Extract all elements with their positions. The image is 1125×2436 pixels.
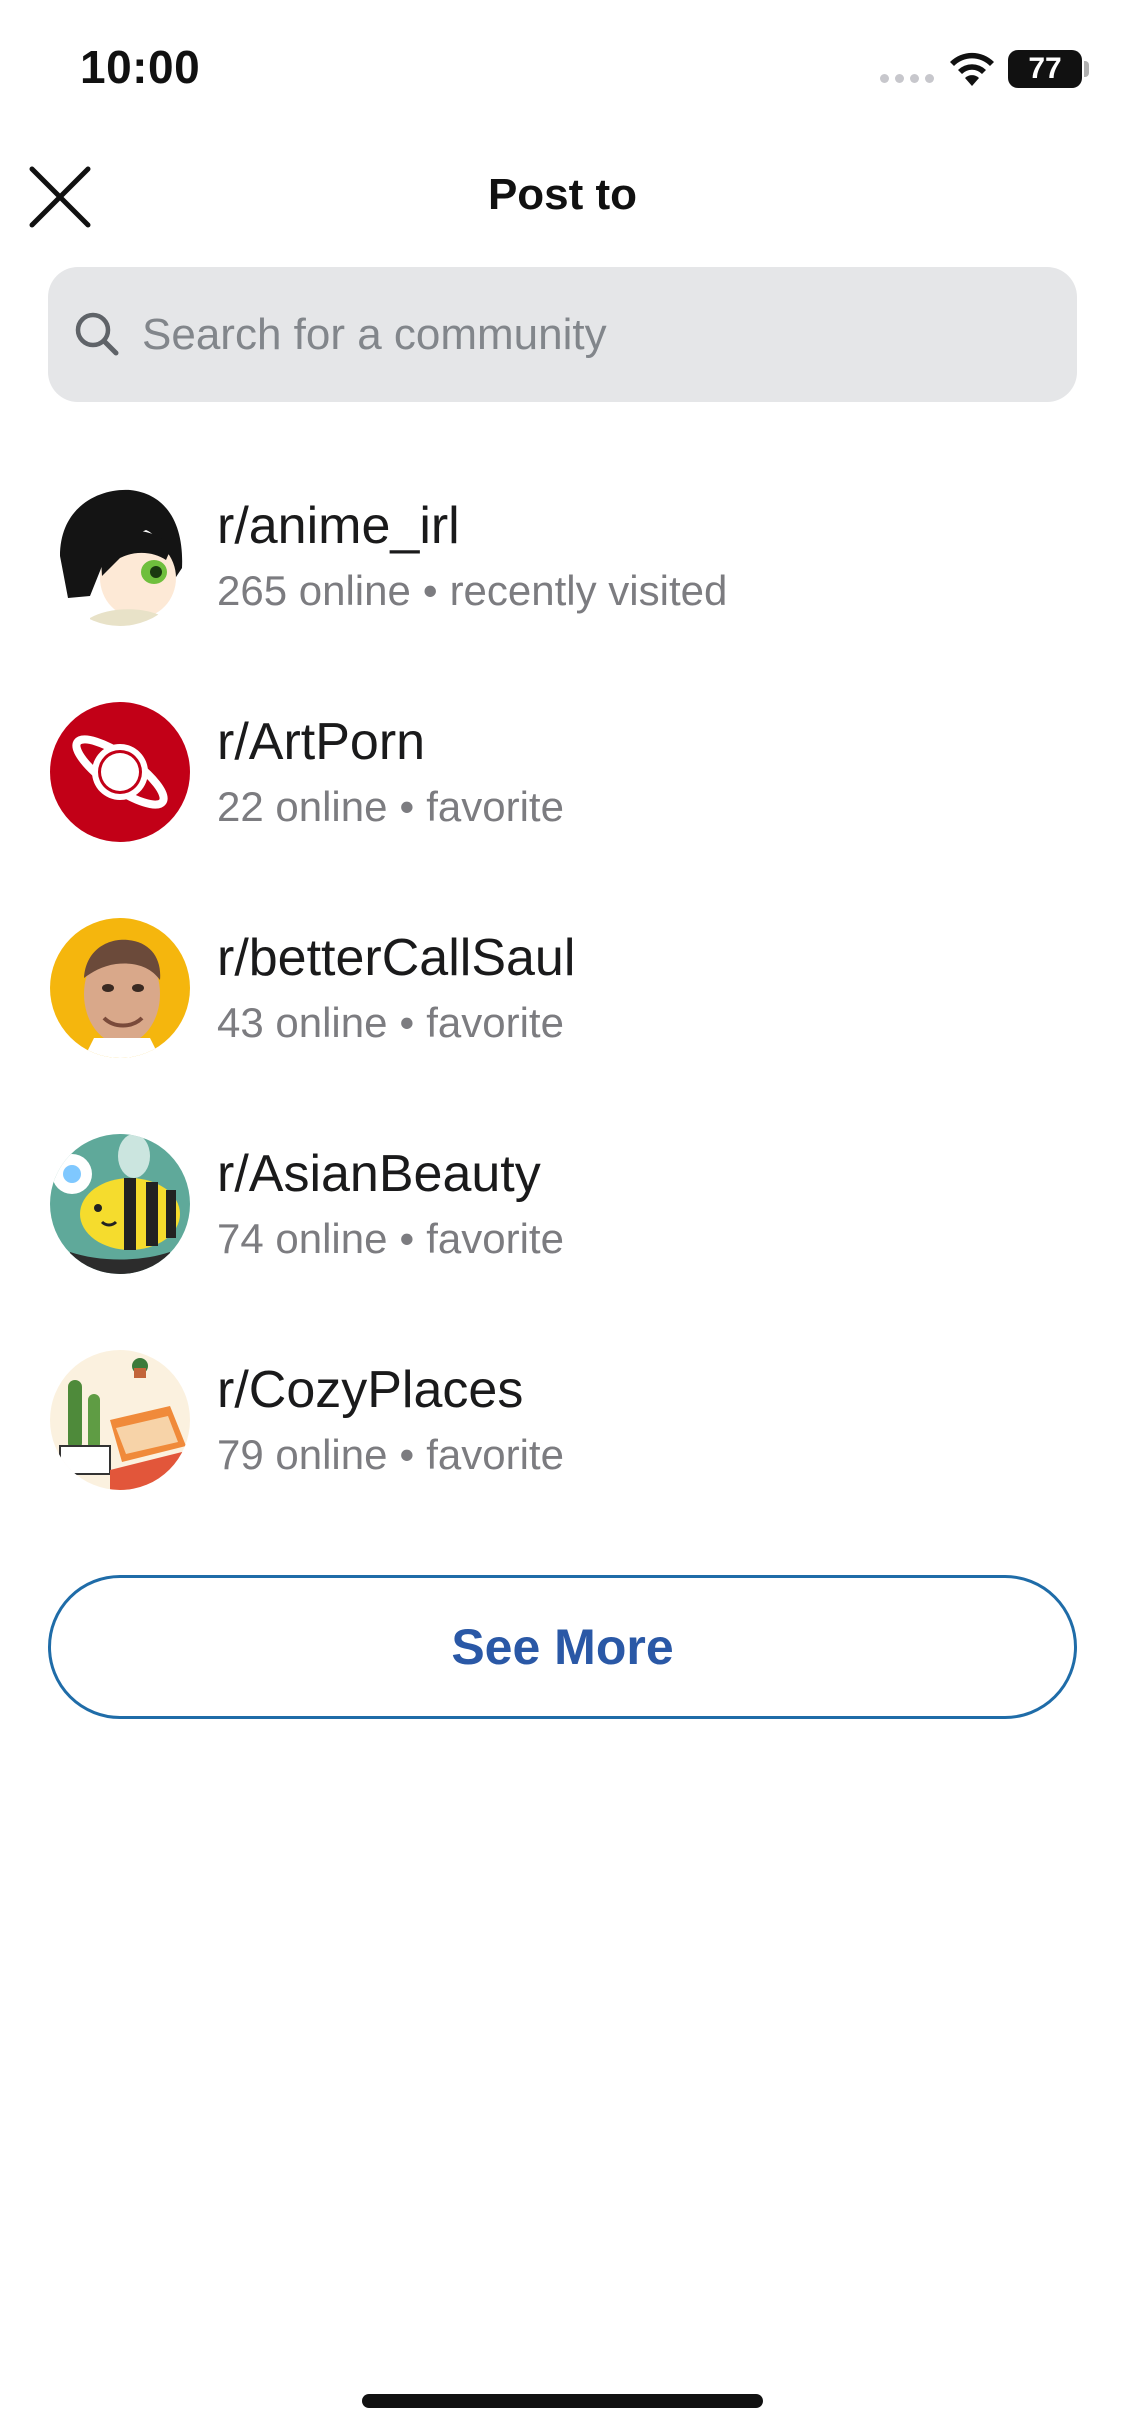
community-meta: 265 online • recently visited <box>217 567 727 615</box>
community-meta: 74 online • favorite <box>217 1215 564 1263</box>
search-input[interactable] <box>142 309 1042 360</box>
community-name: r/anime_irl <box>217 497 460 555</box>
community-tag: favorite <box>426 1215 564 1262</box>
separator-dot: • <box>399 1215 415 1262</box>
community-list: r/anime_irl 265 online • recently visited … <box>0 470 1125 1550</box>
community-row-cozyplaces[interactable]: r/CozyPlaces 79 online • favorite <box>0 1334 1125 1550</box>
community-meta: 22 online • favorite <box>217 783 564 831</box>
online-count: 74 online <box>217 1215 388 1262</box>
community-name: r/betterCallSaul <box>217 929 576 987</box>
community-name: r/CozyPlaces <box>217 1361 524 1419</box>
community-name: r/AsianBeauty <box>217 1145 541 1203</box>
search-bar[interactable] <box>48 267 1077 402</box>
online-count: 265 online <box>217 567 411 614</box>
online-count: 43 online <box>217 999 388 1046</box>
search-icon <box>75 312 119 355</box>
separator-dot: • <box>399 783 415 830</box>
community-tag: favorite <box>426 999 564 1046</box>
saul-face-avatar <box>50 918 190 1058</box>
planet-avatar <box>50 702 190 842</box>
community-row-anime-irl[interactable]: r/anime_irl 265 online • recently visited <box>0 470 1125 686</box>
community-meta: 43 online • favorite <box>217 999 564 1047</box>
post-to-screen: 10:00 77 Post to Search for a community … <box>0 0 1125 2436</box>
community-meta: 79 online • favorite <box>217 1431 564 1479</box>
online-count: 79 online <box>217 1431 388 1478</box>
home-indicator[interactable] <box>362 2394 763 2408</box>
separator-dot: • <box>422 567 438 614</box>
community-row-asianbeauty[interactable]: r/AsianBeauty 74 online • favorite <box>0 1118 1125 1334</box>
anime-girl-avatar <box>50 486 190 626</box>
cozy-room-avatar <box>50 1350 190 1490</box>
page-title: Post to <box>487 170 638 219</box>
community-tag: recently visited <box>449 567 728 614</box>
battery-icon: 77 <box>1008 50 1082 88</box>
community-tag: favorite <box>426 1431 564 1478</box>
status-bar: 10:00 77 <box>0 0 1125 140</box>
see-more-button[interactable]: See More <box>48 1575 1077 1719</box>
cellular-signal-icon <box>880 74 934 83</box>
community-name: r/ArtPorn <box>217 713 426 771</box>
separator-dot: • <box>399 999 415 1046</box>
wifi-icon <box>950 52 994 86</box>
bee-avatar <box>50 1134 190 1274</box>
battery-level: 77 <box>1028 52 1062 85</box>
community-tag: favorite <box>426 783 564 830</box>
community-row-bettercallsaul[interactable]: r/betterCallSaul 43 online • favorite <box>0 902 1125 1118</box>
status-time: 10:00 <box>80 41 201 93</box>
battery-nub <box>1084 61 1089 77</box>
community-row-artporn[interactable]: r/ArtPorn 22 online • favorite <box>0 686 1125 902</box>
online-count: 22 online <box>217 783 388 830</box>
separator-dot: • <box>399 1431 415 1478</box>
